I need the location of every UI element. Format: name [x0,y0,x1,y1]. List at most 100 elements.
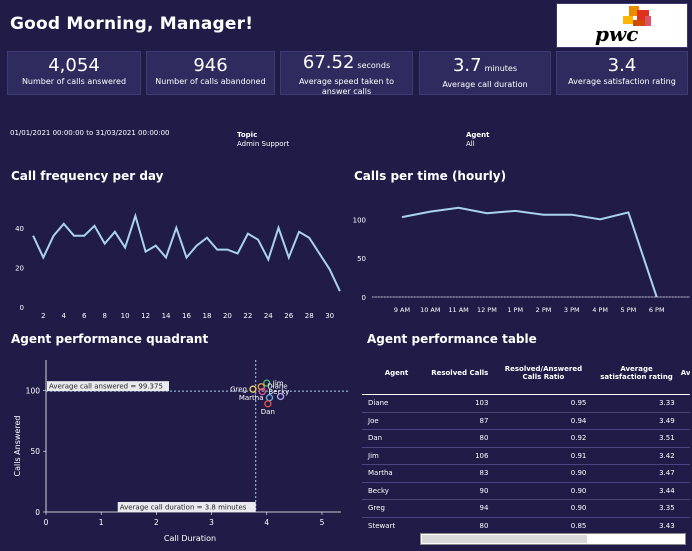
resolved-calls-cell: 106 [425,447,495,465]
x-tick-label: 9 AM [394,306,410,314]
x-tick-label: 4 [264,518,269,527]
x-tick-label: 12 PM [477,306,497,314]
resolved-calls-cell: 80 [425,517,495,532]
satisfaction-cell: 3.42 [592,447,681,465]
x-tick-label: 8 [102,312,106,320]
resolved-calls-cell: 80 [425,429,495,448]
x-tick-label: 26 [284,312,293,320]
hourly-chart-title: Calls per time (hourly) [354,169,507,183]
y-tick-label: 100 [353,216,366,224]
pwc-logo: pwc [556,3,688,48]
avg-answer-cell [680,447,690,465]
resolved-calls-cell: 87 [425,412,495,430]
x-tick-label: 14 [162,312,171,320]
table-row[interactable]: Stewart 80 0.85 3.43 [362,517,690,532]
kpi-value: 946 [193,55,228,76]
x-tick-label: 20 [223,312,232,320]
satisfaction-cell: 3.47 [592,464,681,483]
x-tick-label: 4 PM [592,306,608,314]
ratio-cell: 0.90 [494,464,593,483]
date-range-filter[interactable]: 01/01/2021 00:00:00 to 31/03/2021 00:00:… [10,129,170,138]
scatter-point[interactable] [249,385,257,393]
table-row[interactable]: Jim 106 0.91 3.42 [362,447,690,465]
greeting-title: Good Morning, Manager! [10,14,254,34]
scrollbar-thumb[interactable] [422,535,587,543]
x-tick-label: 2 [41,312,45,320]
x-tick-label: 10 [121,312,130,320]
y-tick-label: 50 [357,255,366,263]
x-tick-label: 1 [99,518,104,527]
ratio-cell: 0.92 [494,429,593,448]
point-label: Dan [261,408,275,416]
agent-cell: Greg [362,499,426,518]
kpi-value: 67.52 [302,52,355,73]
col-ratio[interactable]: Resolved/Answered Calls Ratio [494,352,593,395]
x-tick-label: 2 [154,518,159,527]
quadrant-chart-title: Agent performance quadrant [11,332,209,346]
x-tick-label: 6 [82,312,87,320]
kpi-unit: seconds [357,61,391,70]
scatter-point[interactable] [264,400,272,408]
agent-cell: Becky [362,482,426,500]
kpi-calls-abandoned: 946 Number of calls abandoned [146,51,275,95]
x-tick-label: 3 [209,518,214,527]
x-tick-label: 0 [44,518,49,527]
col-satisfaction[interactable]: Average satisfaction rating [592,352,681,395]
topic-filter-label: Topic [237,131,258,139]
table-row[interactable]: Dan 80 0.92 3.51 [362,429,690,448]
kpi-value: 4,054 [48,55,100,76]
x-tick-label: 6 PM [649,306,665,314]
y-axis-label: Calls Answered [13,416,22,477]
x-tick-label: 24 [264,312,273,320]
agent-cell: Stewart [362,517,426,532]
kpi-unit: minutes [484,64,518,73]
avg-answer-cell [680,517,690,532]
agent-performance-table: Agent Resolved Calls Resolved/Answered C… [362,352,690,532]
point-label: Martha [239,394,264,402]
agent-cell: Martha [362,464,426,483]
table-row[interactable]: Joe 87 0.94 3.49 [362,412,690,430]
resolved-calls-cell: 83 [425,464,495,483]
satisfaction-cell: 3.49 [592,412,681,430]
satisfaction-cell: 3.35 [592,499,681,518]
topic-filter-value[interactable]: Admin Support [237,140,289,149]
avg-answer-cell [680,499,690,518]
y-tick-label: 40 [15,225,24,233]
col-agent[interactable]: Agent [362,352,426,395]
hourly-series-line [401,206,658,298]
satisfaction-cell: 3.51 [592,429,681,448]
satisfaction-cell: 3.33 [592,394,681,413]
table-row[interactable]: Diane 103 0.95 3.33 [362,394,690,413]
daily-line-chart: 020402 4 6 8 10 12 14 16 18 20 22 24 26 28 30 [15,212,341,320]
ratio-cell: 0.91 [494,447,593,465]
table-row[interactable]: Greg 94 0.90 3.35 [362,499,690,518]
x-tick-label: 5 [320,518,325,527]
kpi-label: Number of calls answered [21,77,127,86]
satisfaction-cell: 3.44 [592,482,681,500]
avg-answer-cell [680,482,690,500]
table-row[interactable]: Martha 83 0.90 3.47 [362,464,690,483]
col-resolved-calls[interactable]: Resolved Calls [425,352,495,395]
x-tick-label: 16 [182,312,191,320]
ratio-cell: 0.85 [494,517,593,532]
x-tick-label: 30 [325,312,334,320]
resolved-calls-cell: 94 [425,499,495,518]
col-avg-answer[interactable]: Av ans [680,352,690,395]
kpi-label: Average satisfaction rating [568,77,676,86]
y-tick-label: 50 [30,447,40,456]
hourly-line-chart: 0 50 100 9 AM 10 AM 11 AM 12 PM 1 PM 2 PM 3 PM 4 P… [353,206,690,314]
x-tick-label: 10 AM [420,306,440,314]
x-tick-label: 11 AM [448,306,468,314]
table-title: Agent performance table [367,332,537,346]
y-tick-label: 100 [26,386,41,395]
avg-answer-cell [680,412,690,430]
kpi-satisfaction: 3.4 Average satisfaction rating [556,51,688,95]
x-tick-label: 22 [243,312,252,320]
kpi-value: 3.7 [452,55,482,76]
table-row[interactable]: Becky 90 0.90 3.44 [362,482,690,500]
agent-filter-value[interactable]: All [466,140,475,149]
agent-cell: Dan [362,429,426,448]
ref-y-label: Average call answered = 99.375 [49,383,163,391]
x-axis-label: Call Duration [164,534,216,543]
point-label: Greg [230,386,247,394]
